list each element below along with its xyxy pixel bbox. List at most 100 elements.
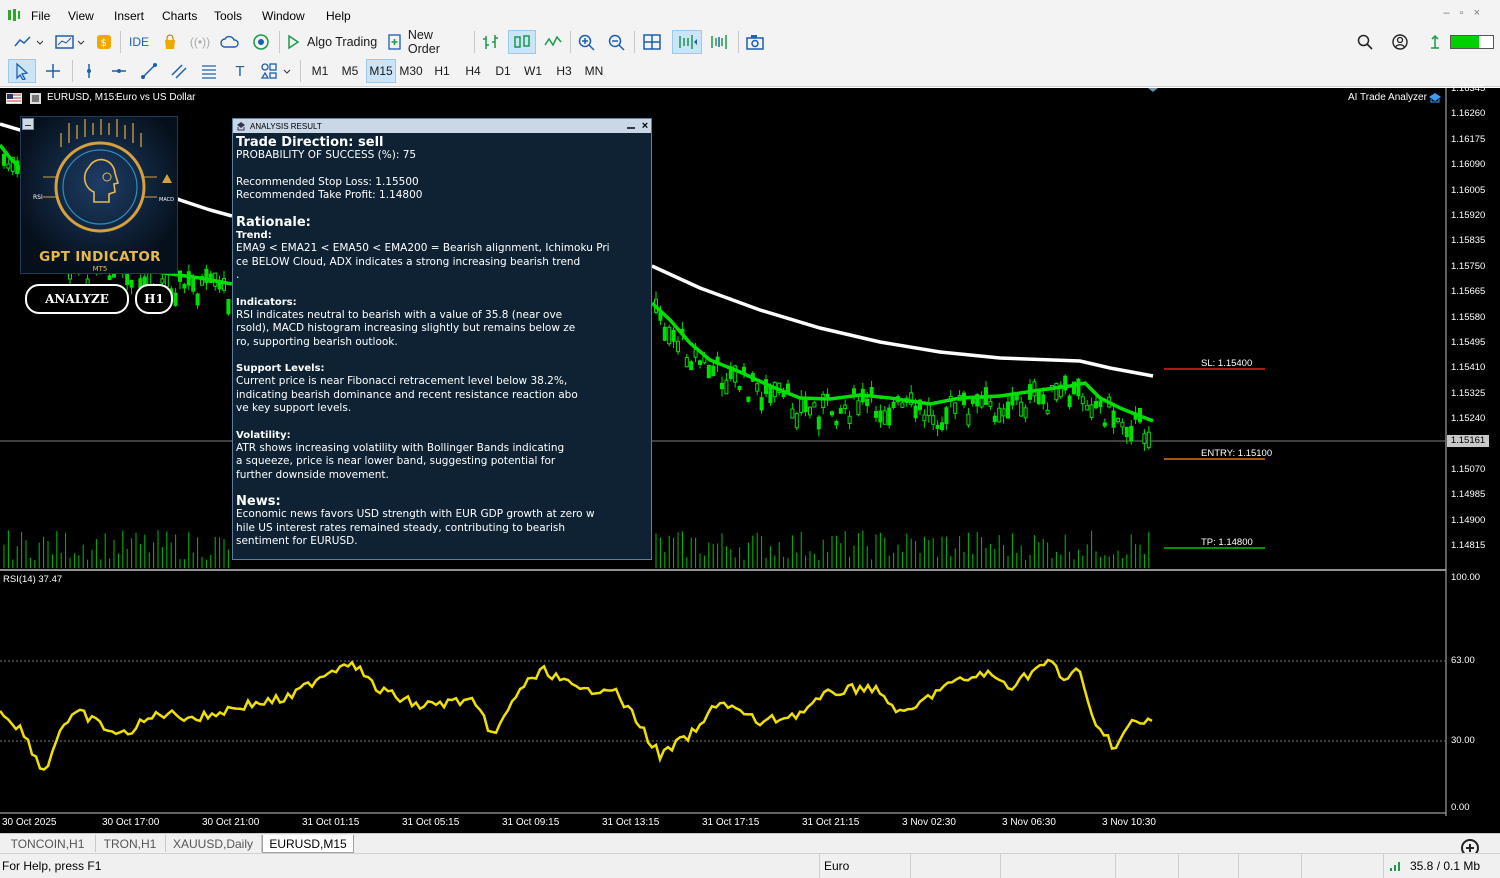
timeframe-mn[interactable]: MN xyxy=(579,59,609,83)
timeframe-m15[interactable]: M15 xyxy=(366,59,396,83)
timeframe-h4[interactable]: H4 xyxy=(458,59,488,83)
candle-body xyxy=(711,365,716,377)
status-cell-empty-5 xyxy=(1238,854,1302,878)
candle-body xyxy=(794,413,799,429)
analysis-line: Trade Direction: sell xyxy=(236,135,384,150)
crosshair-icon[interactable] xyxy=(40,59,66,83)
zoom-in-icon[interactable] xyxy=(574,30,600,54)
horizontal-line-icon[interactable] xyxy=(106,59,132,83)
channel-icon[interactable] xyxy=(166,59,192,83)
candle-body xyxy=(1014,394,1019,401)
chart-tab-toncoin[interactable]: TONCOIN,H1 xyxy=(0,835,96,852)
window-controls[interactable]: –▫× xyxy=(1444,7,1490,19)
candle-body xyxy=(129,279,134,288)
analyze-button[interactable]: ANALYZE xyxy=(25,284,129,314)
candlestick-chart-icon[interactable] xyxy=(508,30,536,54)
candle-body xyxy=(1076,378,1081,397)
ema-slow-line xyxy=(651,264,1154,378)
analysis-line: PROBABILITY OF SUCCESS (%): 75 xyxy=(236,149,417,162)
cursor-icon[interactable] xyxy=(8,59,36,83)
menu-view[interactable]: View xyxy=(68,9,94,23)
new-order-button[interactable]: New Order xyxy=(386,28,468,56)
menu-file[interactable]: File xyxy=(31,9,50,23)
play-icon xyxy=(288,34,300,50)
fibonacci-icon[interactable] xyxy=(196,59,222,83)
analysis-line: ATR shows increasing volatility with Bol… xyxy=(236,441,565,454)
candle-body xyxy=(1001,408,1006,417)
menu-insert[interactable]: Insert xyxy=(114,9,144,23)
candle-body xyxy=(768,386,773,404)
timeframe-d1[interactable]: D1 xyxy=(488,59,518,83)
chart-tab-xauusd[interactable]: XAUUSD,Daily xyxy=(165,835,262,852)
timeframe-w1[interactable]: W1 xyxy=(518,59,548,83)
community-icon[interactable] xyxy=(248,30,274,54)
candle-body xyxy=(913,405,918,419)
search-icon[interactable] xyxy=(1354,30,1376,54)
market-bag-icon[interactable] xyxy=(158,30,182,54)
menu-charts[interactable]: Charts xyxy=(162,9,197,23)
candle-body xyxy=(1023,407,1028,419)
timeframe-h3[interactable]: H3 xyxy=(549,59,579,83)
account-icon[interactable] xyxy=(1389,30,1411,54)
rsi-axis-30: 30.00 xyxy=(1451,735,1475,746)
connection-icon[interactable] xyxy=(1424,30,1446,54)
status-cell-empty-1 xyxy=(910,854,1001,878)
candle-body xyxy=(1019,401,1024,417)
candle-body xyxy=(1129,425,1134,442)
analysis-line: Support Levels: xyxy=(236,363,325,375)
standard-toolbar: $ IDE ((•)) Algo Trading New Order xyxy=(0,28,1500,56)
text-tool-icon[interactable]: T xyxy=(228,59,252,83)
menu-tools[interactable]: Tools xyxy=(214,9,242,23)
candle-body xyxy=(1098,400,1103,408)
coins-icon[interactable]: $ xyxy=(92,30,116,54)
line-chart-icon[interactable] xyxy=(540,30,566,54)
chart-template-icon[interactable] xyxy=(52,30,88,54)
chart-shift-marker xyxy=(1148,88,1158,92)
minimize-logo-button[interactable] xyxy=(22,118,34,130)
price-axis-label: 1.15410 xyxy=(1451,362,1486,374)
bar-chart-icon[interactable] xyxy=(478,30,504,54)
candle-body xyxy=(759,397,764,411)
candle-body xyxy=(812,402,817,408)
timeframe-m30[interactable]: M30 xyxy=(396,59,426,83)
analysis-panel-titlebar[interactable]: ANALYSIS RESULT × xyxy=(233,119,651,133)
chart-window[interactable]: EURUSD, M15: Euro vs US Dollar AI Trade … xyxy=(0,83,1500,833)
timeframe-m1[interactable]: M1 xyxy=(305,59,335,83)
signals-icon[interactable]: ((•)) xyxy=(188,30,212,54)
shapes-icon[interactable] xyxy=(258,59,294,83)
timeframe-m5[interactable]: M5 xyxy=(335,59,365,83)
trendline-icon[interactable] xyxy=(136,59,162,83)
candle-body xyxy=(1054,382,1059,401)
panel-close-button[interactable]: × xyxy=(639,119,651,133)
vps-cloud-icon[interactable] xyxy=(218,30,242,54)
candle-body xyxy=(1089,404,1094,418)
chart-shift-icon[interactable] xyxy=(704,30,734,54)
ide-button[interactable]: IDE xyxy=(124,30,154,54)
analysis-panel-title: ANALYSIS RESULT xyxy=(250,122,322,131)
price-axis-label: 1.15665 xyxy=(1451,286,1486,298)
candle-body xyxy=(900,402,905,408)
status-cell-empty-2 xyxy=(1000,854,1116,878)
menu-window[interactable]: Window xyxy=(262,9,305,23)
new-order-icon xyxy=(388,34,401,50)
menu-help[interactable]: Help xyxy=(326,9,351,23)
timeframe-h1[interactable]: H1 xyxy=(427,59,457,83)
candle-body xyxy=(195,293,200,306)
panel-minimize-button[interactable] xyxy=(626,121,636,131)
screenshot-icon[interactable] xyxy=(742,30,768,54)
chart-tab-tron[interactable]: TRON,H1 xyxy=(95,835,166,852)
new-order-label: New Order xyxy=(407,28,440,56)
vertical-line-icon[interactable] xyxy=(76,59,102,83)
price-axis-label: 1.15070 xyxy=(1451,464,1486,475)
tile-windows-icon[interactable] xyxy=(638,30,666,54)
chart-type-line-icon[interactable] xyxy=(10,30,46,54)
price-axis-label: 1.15580 xyxy=(1451,311,1486,323)
algo-trading-button[interactable]: Algo Trading xyxy=(283,30,379,54)
chart-tab-eurusd[interactable]: EURUSD,M15 xyxy=(262,835,354,853)
timeframe-selector[interactable]: H1 xyxy=(135,284,173,314)
candle-body xyxy=(821,393,826,409)
zoom-out-icon[interactable] xyxy=(604,30,630,54)
price-chart-canvas[interactable] xyxy=(0,88,1500,833)
candle-body xyxy=(1124,427,1129,438)
autoscroll-icon[interactable] xyxy=(672,30,702,54)
